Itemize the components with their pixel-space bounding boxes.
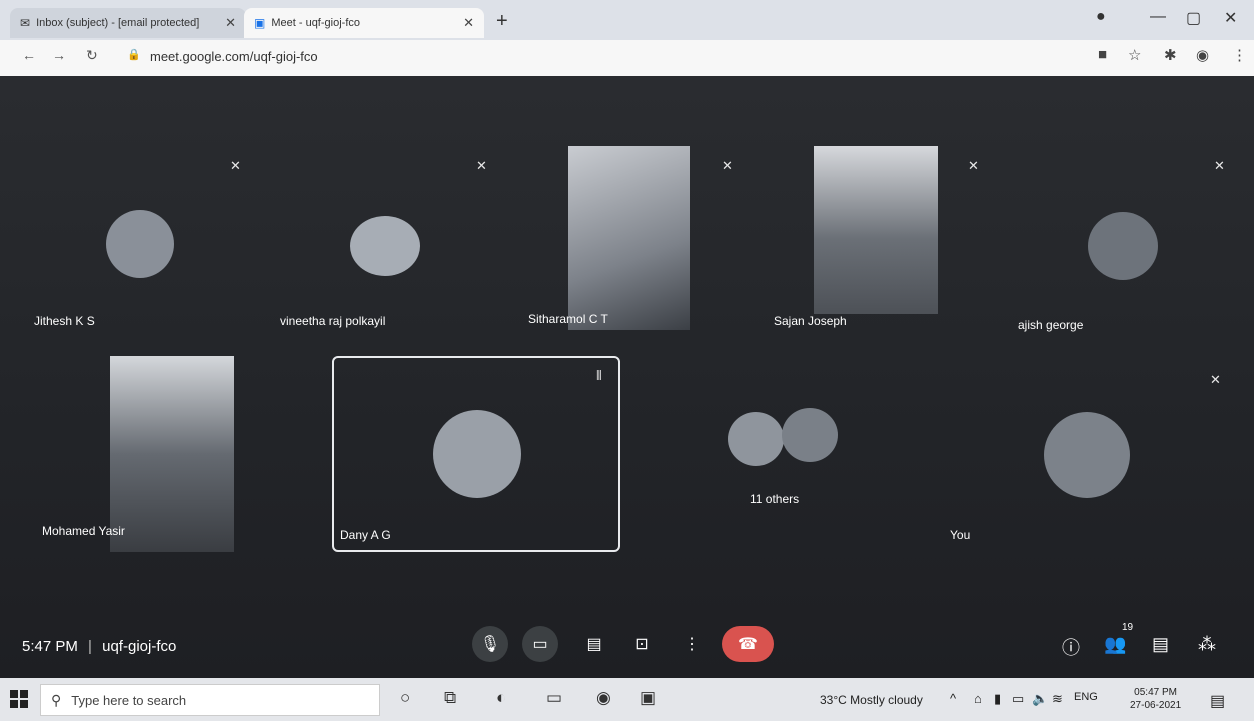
extensions-icon[interactable]: ✱: [1164, 46, 1177, 64]
volume-icon[interactable]: 🔈: [1032, 691, 1048, 707]
url-field[interactable]: meet.google.com/uqf-gioj-fco: [150, 49, 318, 64]
captions-icon: ▤: [586, 636, 602, 653]
participant-video: [110, 356, 234, 552]
forward-icon[interactable]: →: [52, 47, 66, 63]
speaking-indicator-icon: ⦀: [596, 368, 602, 383]
profile-icon[interactable]: ●: [1096, 8, 1106, 26]
participant-name: You: [950, 528, 971, 542]
avatar[interactable]: ◉: [1196, 46, 1209, 64]
people-button[interactable]: 👥: [1104, 634, 1126, 655]
close-icon[interactable]: ✕: [225, 15, 236, 31]
mic-off-icon: ✕: [1214, 158, 1225, 173]
meeting-code: uqf-gioj-fco: [102, 638, 177, 655]
separator: |: [88, 638, 92, 655]
people-count-badge: 19: [1122, 622, 1134, 633]
video-off-icon: ▭: [532, 636, 548, 653]
taskbar-date: 27-06-2021: [1130, 700, 1182, 711]
gmail-icon: ✉: [20, 16, 31, 30]
people-icon: 👥: [1104, 634, 1127, 654]
meet-icon: ▣: [254, 16, 266, 30]
chat-button[interactable]: ▤: [1152, 634, 1169, 655]
avatar: [728, 412, 784, 466]
task-view-icon[interactable]: ⧉: [444, 688, 456, 708]
battery-icon[interactable]: ▭: [1012, 691, 1024, 707]
meeting-info: 5:47 PM | uqf-gioj-fco: [22, 638, 176, 655]
language-indicator[interactable]: ENG: [1074, 691, 1098, 703]
camera-icon[interactable]: ■: [1098, 46, 1107, 63]
participant-video: [814, 146, 938, 314]
tab-meet[interactable]: ▣ Meet - uqf-gioj-fco ✕: [244, 8, 484, 38]
close-icon[interactable]: ✕: [463, 15, 474, 31]
mic-off-icon: ✕: [1210, 372, 1221, 387]
avatar: [106, 210, 174, 278]
taskbar-search[interactable]: ⚲ Type here to search: [40, 684, 380, 716]
mic-off-icon: ✕: [722, 158, 733, 173]
chrome-icon[interactable]: ◉: [596, 688, 611, 708]
mic-off-icon: ✕: [968, 158, 979, 173]
edge-icon[interactable]: ◐: [496, 688, 506, 708]
others-count[interactable]: 11 others: [750, 492, 799, 506]
tab-gmail[interactable]: ✉ Inbox (subject) - [email protected] ✕: [10, 8, 246, 38]
cortana-icon[interactable]: ○: [400, 688, 410, 708]
participant-name: Jithesh K S: [34, 314, 95, 328]
info-icon: ⓘ: [1062, 638, 1080, 658]
camera-button[interactable]: ▭: [522, 626, 558, 662]
leave-call-button[interactable]: ☎: [722, 626, 774, 662]
file-explorer-icon[interactable]: ▭: [546, 688, 562, 708]
wifi-icon[interactable]: ≋: [1052, 691, 1063, 707]
microphone-icon: 🎙: [479, 636, 501, 653]
store-icon[interactable]: ▣: [640, 688, 656, 708]
chevron-up-icon[interactable]: ^: [950, 691, 956, 706]
participant-name: Sitharamol C T: [528, 312, 608, 326]
avatar: [1044, 412, 1130, 498]
chat-icon: ▤: [1152, 634, 1170, 654]
avatar: [782, 408, 838, 462]
present-button[interactable]: ⊡: [624, 626, 660, 662]
participant-name: Sajan Joseph: [774, 314, 847, 328]
activities-button[interactable]: ⁂: [1198, 634, 1216, 655]
windows-start-icon[interactable]: [10, 690, 28, 708]
minimize-icon[interactable]: —: [1150, 8, 1166, 26]
tab-gmail-label: Inbox (subject) - [email protected]: [36, 17, 200, 29]
meeting-details-button[interactable]: ⓘ: [1062, 634, 1080, 660]
captions-button[interactable]: ▤: [576, 626, 612, 662]
more-vert-icon: ⋮: [684, 636, 700, 653]
maximize-icon[interactable]: ▢: [1186, 8, 1201, 28]
tab-meet-label: Meet - uqf-gioj-fco: [271, 17, 360, 29]
back-icon[interactable]: ←: [22, 47, 36, 63]
weather-widget[interactable]: 33°C Mostly cloudy: [820, 693, 923, 707]
phone-hangup-icon: ☎: [738, 636, 758, 653]
menu-icon[interactable]: ⋮: [1232, 46, 1247, 64]
participant-name: vineetha raj polkayil: [280, 314, 386, 328]
participant-name: Dany A G: [340, 528, 391, 542]
mic-off-icon: ✕: [230, 158, 241, 173]
participant-video: [568, 146, 690, 330]
avatar: [433, 410, 521, 498]
reload-icon[interactable]: ↻: [86, 47, 98, 64]
more-options-button[interactable]: ⋮: [674, 626, 710, 662]
avatar: [350, 216, 420, 276]
new-tab-button[interactable]: +: [496, 10, 508, 33]
present-screen-icon: ⊡: [635, 636, 649, 653]
avatar: [1088, 212, 1158, 280]
search-placeholder: Type here to search: [71, 692, 187, 708]
participant-name: Mohamed Yasir: [42, 524, 125, 538]
mic-off-icon: ✕: [476, 158, 487, 173]
participant-name: ajish george: [1018, 318, 1084, 332]
activities-icon: ⁂: [1198, 634, 1216, 654]
lock-icon[interactable]: 🔒: [127, 48, 141, 61]
search-icon: ⚲: [51, 691, 62, 708]
notification-icon[interactable]: ▤: [1210, 691, 1225, 711]
mic-button[interactable]: 🎙: [472, 626, 508, 662]
usb-icon[interactable]: ▮: [994, 691, 1001, 707]
window-close-icon[interactable]: ✕: [1224, 8, 1237, 28]
clock-time: 5:47 PM: [22, 638, 78, 655]
network-icon[interactable]: ⌂: [974, 691, 982, 706]
taskbar-time: 05:47 PM: [1134, 687, 1177, 698]
star-icon[interactable]: ☆: [1128, 46, 1141, 64]
taskbar-datetime[interactable]: 05:47 PM 27-06-2021: [1130, 686, 1181, 712]
